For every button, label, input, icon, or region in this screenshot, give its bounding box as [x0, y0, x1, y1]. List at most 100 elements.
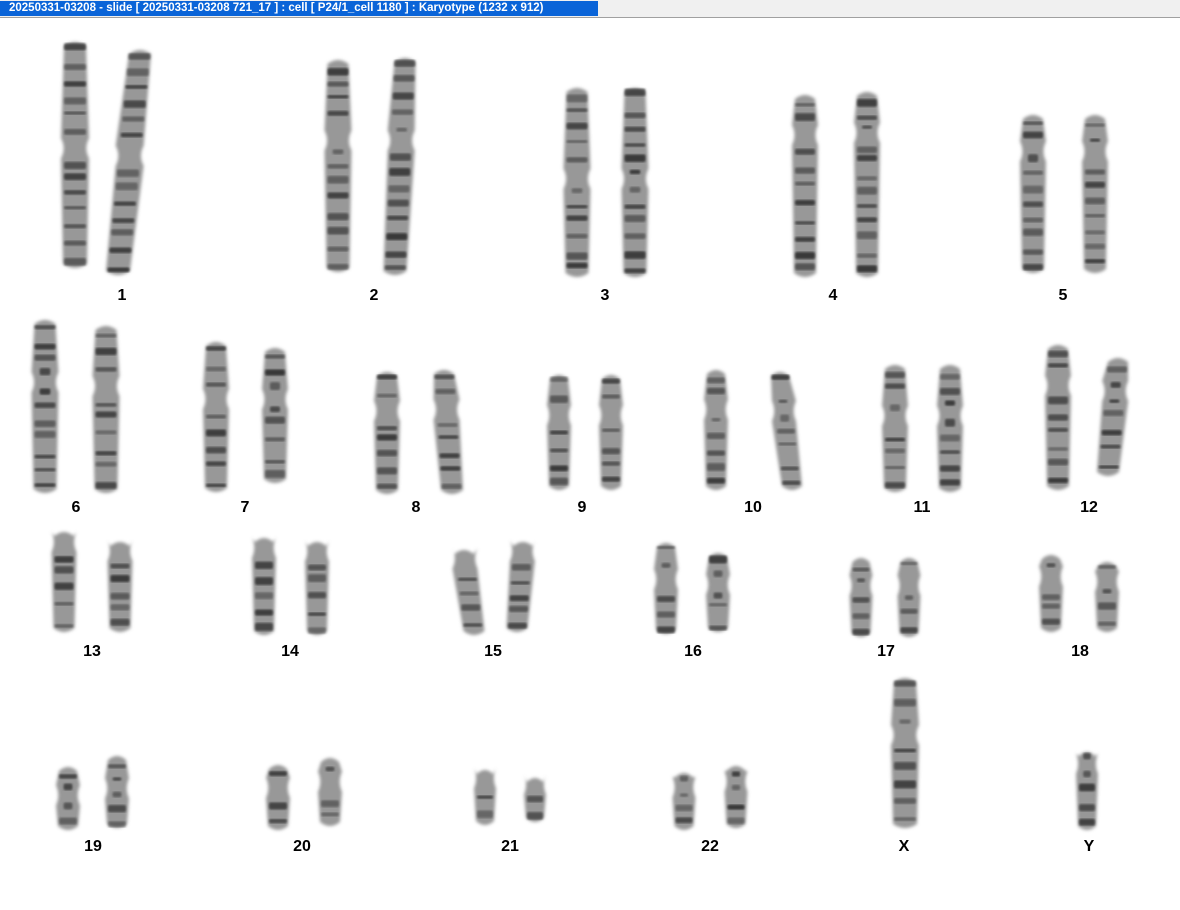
chromosome-14[interactable]: 14	[252, 537, 329, 660]
chromosome-14-copy-1[interactable]	[252, 537, 276, 635]
chromosome-5-copy-2[interactable]	[1082, 115, 1108, 273]
chromosome-6-copy-2[interactable]	[92, 326, 120, 493]
chromosome-band	[707, 387, 725, 395]
chromosome-21[interactable]: 21	[474, 768, 546, 855]
chromosome-20[interactable]: 20	[266, 758, 342, 855]
chromosome-18-copy-2[interactable]	[1095, 562, 1119, 632]
chromosome-band	[377, 467, 397, 475]
chromosome-band	[327, 164, 349, 169]
karyotype-canvas[interactable]: 1 2 3 4 5 6 7 8 9 10 11 12 13 14 15 16 17 18 19 20 21 22 X Y	[0, 18, 1180, 910]
chromosome-10-copy-1[interactable]	[704, 370, 728, 490]
chromosome-band	[64, 189, 86, 195]
chromosome-17[interactable]: 17	[849, 558, 921, 660]
chromosome-20-copy-1[interactable]	[266, 765, 290, 830]
chromosome-16-copy-2[interactable]	[706, 553, 730, 632]
chromosome-1[interactable]: 1	[61, 42, 151, 304]
chromosome-5[interactable]: 5	[1020, 115, 1108, 304]
chromosome-1-copy-1[interactable]	[61, 42, 89, 268]
chromosome-11-copy-2[interactable]	[937, 365, 963, 492]
chromosome-19-copy-2[interactable]	[105, 756, 129, 828]
chromosome-2-copy-2[interactable]	[383, 58, 416, 275]
chromosome-y[interactable]: Y	[1076, 752, 1098, 855]
chromosome-4-copy-1[interactable]	[792, 95, 818, 277]
chromosome-20-copy-2[interactable]	[318, 758, 342, 826]
chromosome-13-copy-1[interactable]	[51, 532, 77, 632]
chromosome-label: 21	[501, 838, 519, 855]
chromosome-11[interactable]: 11	[882, 365, 963, 516]
chromosome-21-copy-2[interactable]	[524, 774, 546, 822]
chromosome-16-copy-1[interactable]	[654, 543, 678, 634]
chromosome-1-copy-2[interactable]	[106, 50, 151, 275]
chromosome-21-copy-1[interactable]	[474, 768, 496, 825]
chromosome-22-copy-2[interactable]	[724, 766, 748, 828]
chromosome-8-copy-2[interactable]	[433, 370, 463, 494]
chromosome-10-copy-2[interactable]	[771, 372, 802, 490]
chromosome-12[interactable]: 12	[1045, 345, 1129, 516]
chromosome-13[interactable]: 13	[51, 532, 133, 660]
chromosome-3-copy-1[interactable]	[563, 88, 591, 277]
chromosome-band	[566, 139, 588, 144]
chromosome-9-copy-1[interactable]	[547, 375, 571, 490]
chromosome-band	[780, 414, 790, 422]
chromosome-2-copy-1[interactable]	[324, 60, 352, 272]
chromosome-band	[624, 154, 646, 162]
chromosome-9-copy-2[interactable]	[599, 375, 623, 490]
chromosome-band	[107, 267, 130, 273]
chromosome-x-copy-1[interactable]	[891, 678, 919, 828]
chromosome-band	[509, 605, 529, 612]
chromosome-band	[940, 450, 960, 455]
chromosome-8-copy-1[interactable]	[374, 372, 400, 494]
chromosome-band	[255, 609, 273, 616]
chromosome-label: 10	[744, 499, 762, 516]
chromosome-17-copy-2[interactable]	[897, 558, 921, 637]
chromosome-4-copy-2[interactable]	[854, 92, 880, 277]
chromatid-body	[383, 58, 416, 275]
chromosome-17-copy-1[interactable]	[849, 558, 873, 637]
chromosome-16[interactable]: 16	[654, 543, 730, 660]
chromosome-8[interactable]: 8	[374, 370, 463, 516]
chromosome-19[interactable]: 19	[56, 756, 129, 855]
chromosome-band	[857, 99, 877, 107]
chromosome-18-copy-1[interactable]	[1039, 555, 1063, 632]
chromosome-6[interactable]: 6	[31, 320, 120, 516]
chromosome-4[interactable]: 4	[792, 92, 880, 304]
chromosome-band	[566, 215, 588, 221]
chromosome-22-copy-1[interactable]	[672, 773, 696, 830]
chromosome-15-copy-2[interactable]	[506, 541, 535, 632]
chromosome-5-copy-1[interactable]	[1020, 115, 1046, 273]
chromosome-2[interactable]: 2	[324, 58, 416, 304]
chromosome-band	[269, 406, 281, 413]
chromosome-y-copy-1[interactable]	[1076, 752, 1098, 830]
chromosome-x[interactable]: X	[891, 678, 919, 855]
chromosome-12-copy-1[interactable]	[1045, 345, 1071, 490]
chromosome-7-copy-2[interactable]	[262, 348, 288, 483]
chromosome-11-copy-1[interactable]	[882, 365, 908, 492]
chromosome-band	[707, 432, 725, 440]
chromosome-6-copy-1[interactable]	[31, 320, 59, 493]
chromosome-19-copy-1[interactable]	[56, 767, 80, 830]
chromosome-15[interactable]: 15	[452, 541, 535, 660]
chromosome-band	[206, 414, 226, 419]
chromosome-band	[439, 453, 460, 459]
chromosome-label: 2	[370, 287, 379, 304]
chromosome-band	[394, 59, 416, 67]
chromosome-3-copy-2[interactable]	[621, 88, 649, 277]
window-title[interactable]: 20250331-03208 - slide [ 20250331-03208 …	[0, 1, 598, 16]
chromosome-label: 3	[601, 287, 610, 304]
chromosome-12-copy-2[interactable]	[1097, 358, 1129, 476]
chromosome-15-copy-1[interactable]	[452, 548, 485, 636]
chromosome-band	[894, 680, 916, 687]
chromosome-band	[507, 622, 527, 629]
chromosome-10[interactable]: 10	[704, 370, 802, 516]
chromosome-3[interactable]: 3	[563, 88, 649, 304]
chromosome-22[interactable]: 22	[672, 766, 748, 855]
chromosome-7[interactable]: 7	[203, 342, 288, 516]
chromatid-body	[1097, 358, 1129, 476]
chromosome-7-copy-1[interactable]	[203, 342, 229, 492]
chromosome-band	[602, 428, 620, 432]
chromosome-9[interactable]: 9	[547, 375, 623, 516]
chromatid-body	[706, 553, 730, 632]
chromosome-13-copy-2[interactable]	[107, 541, 133, 632]
chromosome-18[interactable]: 18	[1039, 555, 1119, 660]
chromosome-14-copy-2[interactable]	[305, 541, 329, 635]
